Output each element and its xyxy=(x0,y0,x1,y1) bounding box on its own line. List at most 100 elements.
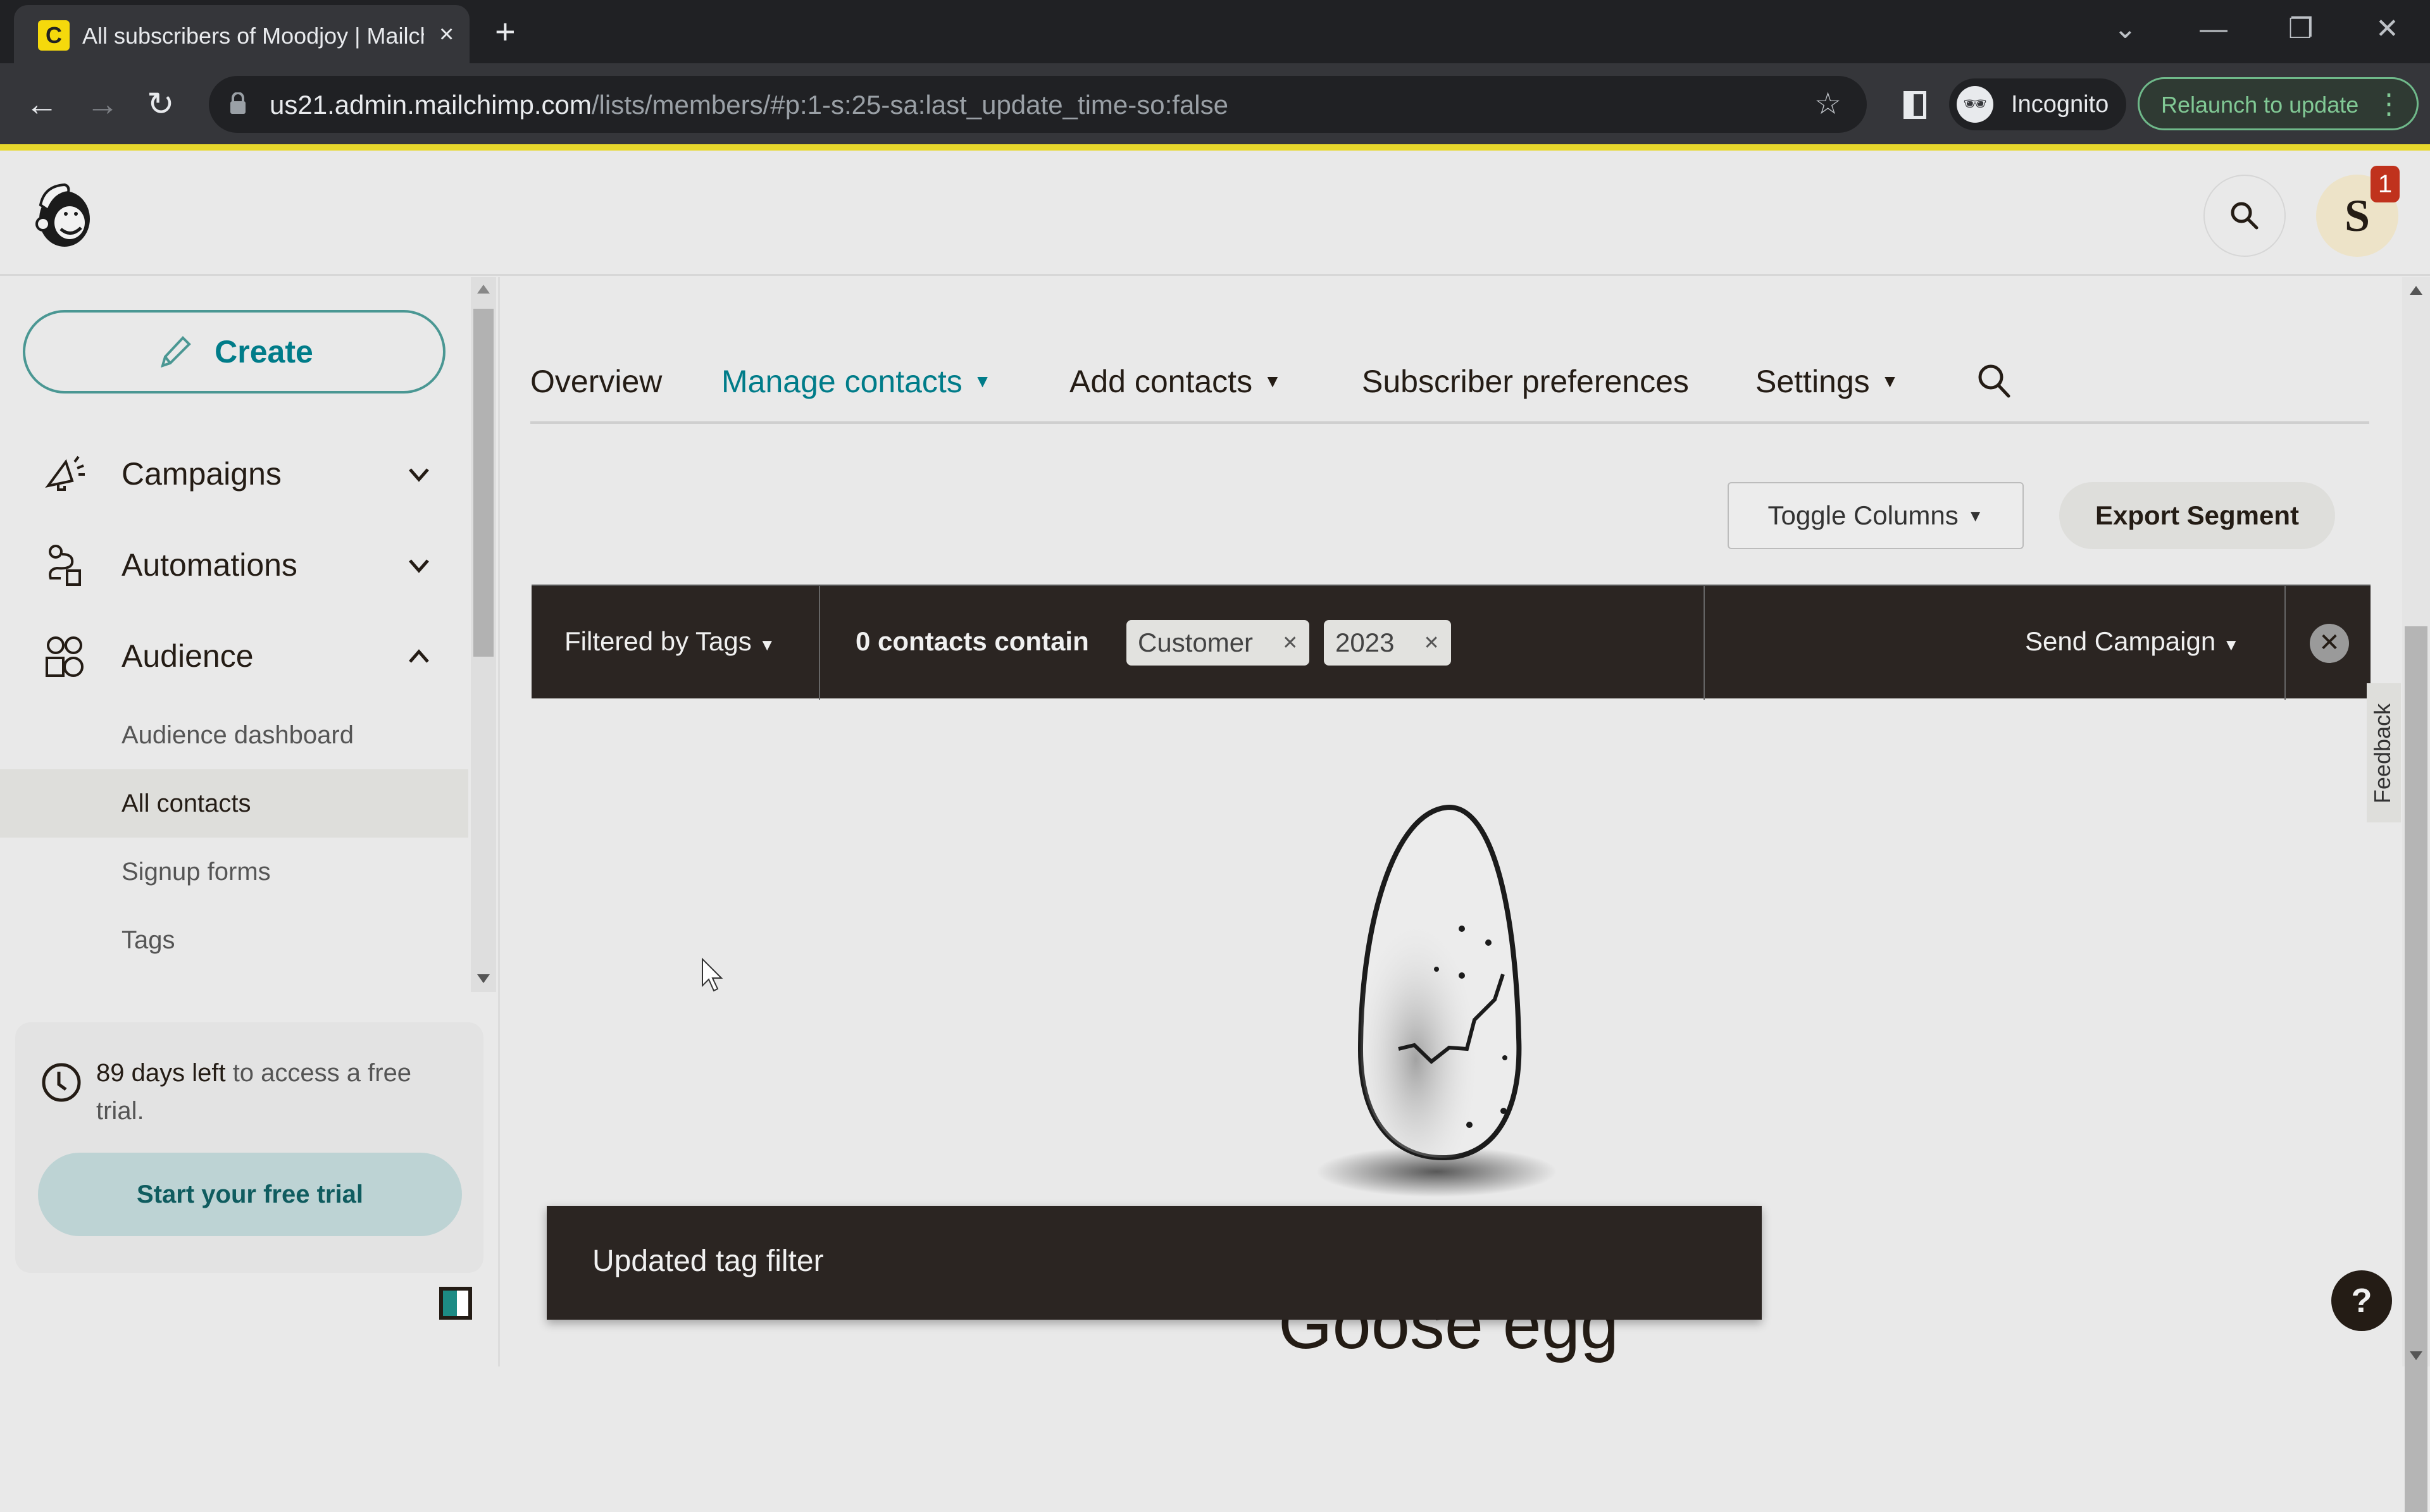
tab-close-icon[interactable]: × xyxy=(439,20,454,49)
divider xyxy=(2284,586,2286,700)
feedback-label: Feedback xyxy=(2369,703,2395,803)
sidebar-subitem-label: All contacts xyxy=(122,790,251,817)
address-bar[interactable]: us21.admin.mailchimp.com/lists/members/#… xyxy=(209,76,1867,133)
export-segment-button[interactable]: Export Segment xyxy=(2059,482,2335,549)
back-icon[interactable]: ← xyxy=(25,82,58,127)
pencil-icon xyxy=(161,336,192,368)
filter-type-dropdown[interactable]: Filtered by Tags ▼ xyxy=(564,626,775,657)
sidebar-subitem-audience-dashboard[interactable]: Audience dashboard xyxy=(0,701,468,769)
feedback-tab[interactable]: Feedback xyxy=(2367,683,2401,822)
sidebar-item-label: Automations xyxy=(122,547,297,583)
sidebar-scrollbar[interactable] xyxy=(471,277,496,992)
filter-mode-label: Filtered by Tags xyxy=(564,626,752,656)
sidebar-subitem-label: Signup forms xyxy=(122,858,271,886)
subnav-subscriber-preferences[interactable]: Subscriber preferences xyxy=(1362,363,1689,400)
accent-bar xyxy=(0,144,2430,151)
remove-tag-icon[interactable]: ✕ xyxy=(1282,632,1298,654)
toast-message: Updated tag filter xyxy=(592,1244,824,1278)
incognito-indicator[interactable]: 🕶 Incognito xyxy=(1949,78,2126,130)
tag-chip-label: Customer xyxy=(1138,628,1254,657)
subnav-label: Subscriber preferences xyxy=(1362,364,1689,399)
forward-icon[interactable]: → xyxy=(86,82,119,127)
subnav-add-contacts[interactable]: Add contacts ▼ xyxy=(1069,363,1281,400)
url-host: us21.admin.mailchimp.com xyxy=(270,90,592,120)
search-icon xyxy=(2231,202,2259,230)
toggle-columns-dropdown[interactable]: Toggle Columns ▼ xyxy=(1728,482,2024,549)
new-tab-button[interactable]: + xyxy=(495,13,516,51)
mouse-cursor-icon xyxy=(702,957,723,992)
window-close-icon[interactable]: ✕ xyxy=(2376,10,2399,48)
goose-egg-illustration xyxy=(1316,804,1557,1197)
chevron-down-icon[interactable] xyxy=(405,552,433,579)
sidebar-subitem-all-contacts[interactable]: All contacts xyxy=(0,769,468,838)
tag-filter-bar: Filtered by Tags ▼ 0 contacts contain Cu… xyxy=(532,585,2371,700)
tag-chip-label: 2023 xyxy=(1335,628,1395,657)
relaunch-label: Relaunch to update xyxy=(2161,92,2359,118)
help-button[interactable]: ? xyxy=(2331,1270,2392,1331)
chevron-down-icon[interactable] xyxy=(405,461,433,488)
remove-tag-icon[interactable]: ✕ xyxy=(1423,632,1439,654)
chevron-down-icon: ▼ xyxy=(1881,371,1899,391)
automation-flow-icon xyxy=(49,545,81,586)
url-text: us21.admin.mailchimp.com/lists/members/#… xyxy=(270,90,1228,120)
relaunch-to-update-button[interactable]: Relaunch to update ⋮ xyxy=(2138,77,2419,130)
chevron-up-icon[interactable] xyxy=(405,643,433,671)
tag-chip-2023: 2023 ✕ xyxy=(1324,620,1451,666)
subnav-label: Add contacts xyxy=(1069,364,1253,399)
reload-icon[interactable]: ↻ xyxy=(147,82,175,127)
global-search-button[interactable] xyxy=(2203,175,2286,257)
toggle-columns-label: Toggle Columns xyxy=(1767,500,1959,530)
sidebar-item-label: Audience xyxy=(122,638,254,674)
scroll-down-arrow-icon[interactable] xyxy=(477,974,490,983)
sidebar-subitem-tags[interactable]: Tags xyxy=(0,906,468,974)
url-path: /lists/members/#p:1-s:25-sa:last_update_… xyxy=(591,90,1228,120)
sidebar-item-campaigns[interactable]: Campaigns xyxy=(0,428,471,519)
subnav-manage-contacts[interactable]: Manage contacts ▼ xyxy=(721,363,992,400)
send-campaign-dropdown[interactable]: Send Campaign ▼ xyxy=(2025,626,2240,657)
scrollbar-thumb[interactable] xyxy=(473,309,494,657)
tag-chip-customer: Customer ✕ xyxy=(1126,620,1310,666)
subnav-settings[interactable]: Settings ▼ xyxy=(1755,363,1898,400)
sidebar-item-automations[interactable]: Automations xyxy=(0,519,471,610)
incognito-label: Incognito xyxy=(2011,91,2109,118)
subnav-label: Settings xyxy=(1755,364,1870,399)
restore-icon[interactable]: ❐ xyxy=(2288,10,2313,48)
scrollbar-thumb[interactable] xyxy=(2405,626,2427,1512)
mailchimp-logo-icon[interactable] xyxy=(25,177,99,251)
toast-notification: Updated tag filter xyxy=(547,1206,1762,1320)
collapse-sidebar-icon[interactable] xyxy=(439,1287,472,1320)
browser-tab[interactable]: C All subscribers of Moodjoy | Mailchimp… xyxy=(14,5,470,63)
contacts-search-icon[interactable] xyxy=(1974,362,2014,401)
chevron-down-icon: ▼ xyxy=(973,371,992,391)
audience-subnav: Overview Manage contacts ▼ Add contacts … xyxy=(530,354,2369,424)
bookmark-star-icon[interactable]: ☆ xyxy=(1814,86,1841,121)
trial-message: 89 days left to access a free trial. xyxy=(96,1054,463,1130)
main-scrollbar[interactable] xyxy=(2402,277,2430,1512)
scroll-up-arrow-icon[interactable] xyxy=(2410,286,2422,295)
audience-icon xyxy=(46,636,84,677)
chevron-down-icon: ▼ xyxy=(1264,371,1281,391)
sidebar-subitem-label: Tags xyxy=(122,926,175,954)
minimize-icon[interactable]: — xyxy=(2200,10,2228,48)
tab-search-chevron-icon[interactable]: ⌄ xyxy=(2114,10,2137,48)
notification-badge[interactable]: 1 xyxy=(2371,166,2400,202)
sidebar-item-audience[interactable]: Audience xyxy=(0,610,471,701)
chevron-down-icon: ▼ xyxy=(759,635,776,654)
divider xyxy=(819,586,820,700)
start-free-trial-button[interactable]: Start your free trial xyxy=(38,1153,462,1236)
create-button[interactable]: Create xyxy=(23,310,446,393)
sidebar-subitem-signup-forms[interactable]: Signup forms xyxy=(0,838,468,906)
incognito-icon: 🕶 xyxy=(1957,86,1993,123)
create-label: Create xyxy=(215,334,313,369)
app-header xyxy=(0,151,2430,276)
chevron-down-icon: ▼ xyxy=(2222,635,2240,654)
subnav-overview[interactable]: Overview xyxy=(530,363,662,400)
side-panel-icon[interactable] xyxy=(1904,91,1926,119)
scroll-down-arrow-icon[interactable] xyxy=(2410,1351,2422,1360)
mailchimp-favicon-icon: C xyxy=(38,20,70,51)
scroll-up-arrow-icon[interactable] xyxy=(477,285,490,294)
browser-menu-icon[interactable]: ⋮ xyxy=(2375,87,2403,122)
tab-title: All subscribers of Moodjoy | Mailchimp xyxy=(82,23,424,49)
clear-filter-button[interactable]: ✕ xyxy=(2310,624,2349,663)
subnav-label: Manage contacts xyxy=(721,364,963,399)
